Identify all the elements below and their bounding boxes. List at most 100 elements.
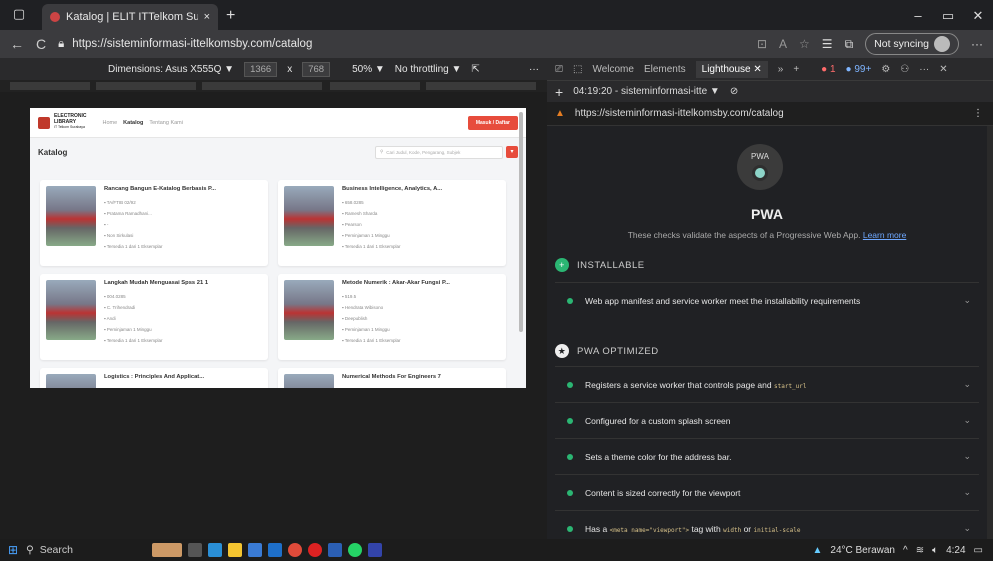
search-placeholder: Cari Judul, Kode, Pengarang, Subjek — [386, 149, 461, 155]
edge-icon[interactable] — [208, 543, 222, 557]
feedback-icon[interactable]: ⚇ — [900, 64, 909, 75]
back-icon[interactable]: ← — [10, 36, 24, 52]
sync-label: Not syncing — [874, 38, 929, 50]
clear-icon[interactable]: ⊘ — [730, 86, 738, 97]
tab-elements[interactable]: Elements — [644, 64, 686, 75]
tab-lighthouse[interactable]: Lighthouse ✕ — [695, 60, 768, 78]
chevron-down-icon: ⌄ — [963, 295, 971, 305]
app-icon[interactable] — [368, 543, 382, 557]
filter-button[interactable]: ▾ — [506, 146, 518, 158]
audit-row[interactable]: Web app manifest and service worker meet… — [555, 282, 979, 318]
more-tabs-icon[interactable]: » — [778, 64, 784, 75]
card-code: 004.0285 — [104, 294, 126, 299]
notification-icon[interactable]: ▭ — [974, 545, 983, 556]
minimize-icon[interactable]: – — [903, 8, 933, 24]
read-aloud-icon[interactable]: A — [779, 37, 787, 51]
windows-start-icon[interactable]: ⊞ — [6, 543, 20, 557]
audit-row[interactable]: Registers a service worker that controls… — [555, 366, 979, 402]
new-tab-button[interactable]: + — [226, 7, 235, 25]
weather-icon[interactable]: ▲ — [812, 545, 822, 556]
app-available-icon[interactable]: ⊡ — [757, 37, 767, 51]
settings-more-icon[interactable]: ··· — [971, 37, 983, 51]
inspect-icon[interactable]: ⬚ — [573, 64, 582, 75]
learn-more-link[interactable]: Learn more — [863, 230, 906, 240]
close-devtools-icon[interactable]: ✕ — [939, 64, 947, 75]
store-icon[interactable] — [248, 543, 262, 557]
tab-close-icon[interactable]: × — [204, 11, 210, 23]
weather-label[interactable]: 24°C Berawan — [830, 545, 895, 556]
url-field[interactable]: 🔒︎ https://sisteminformasi-ittelkomsby.c… — [58, 38, 745, 51]
catalog-card[interactable]: Metode Numerik : Akar-Akar Fungsi P... 5… — [278, 274, 506, 360]
book-cover-image — [46, 186, 96, 246]
media-query-ruler[interactable] — [0, 80, 547, 92]
chevron-down-icon: ⌄ — [963, 451, 971, 461]
gear-icon[interactable]: ⚙ — [881, 64, 890, 75]
audit-row[interactable]: Content is sized correctly for the viewp… — [555, 474, 979, 510]
width-input[interactable]: 1366 — [244, 61, 278, 77]
device-more-icon[interactable]: ··· — [529, 64, 539, 75]
address-bar: ← C 🔒︎ https://sisteminformasi-ittelkoms… — [0, 30, 993, 58]
tab-actions-icon[interactable]: ▢ — [4, 6, 34, 22]
opera-icon[interactable] — [308, 543, 322, 557]
error-count-badge[interactable]: ● 1 — [821, 64, 835, 75]
devtools-more-icon[interactable]: ··· — [919, 64, 929, 75]
card-author: Hendrata Wibisono — [342, 305, 383, 310]
volume-icon[interactable]: 🔈︎ — [932, 545, 938, 556]
card-code: 519.5 — [342, 294, 356, 299]
clock[interactable]: 4:24 — [946, 545, 965, 556]
height-input[interactable]: 768 — [302, 61, 331, 77]
close-window-icon[interactable]: ✕ — [963, 8, 993, 24]
mail-icon[interactable] — [268, 543, 282, 557]
nav-home[interactable]: Home — [103, 120, 118, 126]
chrome-icon[interactable] — [288, 543, 302, 557]
nav-tentang-kami[interactable]: Tentang Kami — [149, 120, 183, 126]
catalog-card[interactable]: Business Intelligence, Analytics, A... 6… — [278, 180, 506, 266]
login-register-button[interactable]: Masuk / Daftar — [467, 115, 518, 130]
new-report-icon[interactable]: + — [555, 84, 563, 100]
book-cover-image — [284, 186, 334, 246]
favorite-icon[interactable]: ☆ — [799, 37, 810, 51]
catalog-search-input[interactable]: ⚲ Cari Judul, Kode, Pengarang, Subjek — [375, 145, 503, 159]
chevron-up-icon[interactable]: ^ — [903, 545, 908, 556]
favorites-bar-icon[interactable]: ☰ — [822, 37, 833, 51]
nav-katalog[interactable]: Katalog — [123, 120, 143, 126]
rotate-icon[interactable]: ⇱ — [471, 64, 479, 75]
issue-count-badge[interactable]: ● 99+ — [846, 64, 872, 75]
audit-row[interactable]: Configured for a custom splash screen ⌄ — [555, 402, 979, 438]
catalog-card[interactable]: Rancang Bangun E-Katalog Berbasis P... T… — [40, 180, 268, 266]
collections-icon[interactable]: ⧉ — [845, 37, 854, 52]
audit-row[interactable]: Has a <meta name="viewport"> tag with wi… — [555, 510, 979, 539]
zoom-select[interactable]: 50% ▼ — [352, 64, 385, 75]
device-toggle-icon[interactable]: ⎚ — [555, 64, 563, 75]
whatsapp-icon[interactable] — [348, 543, 362, 557]
task-view-icon[interactable] — [188, 543, 202, 557]
file-explorer-icon[interactable] — [228, 543, 242, 557]
card-title: Metode Numerik : Akar-Akar Fungsi P... — [342, 280, 450, 286]
book-cover-image — [46, 280, 96, 340]
catalog-card[interactable]: Logistics : Principles And Applicat... — [40, 368, 268, 388]
add-tab-icon[interactable]: + — [793, 64, 799, 75]
throttle-select[interactable]: No throttling ▼ — [395, 64, 462, 75]
dimensions-select[interactable]: Dimensions: Asus X555Q ▼ — [108, 64, 234, 75]
catalog-card[interactable]: Numerical Methods For Engineers 7 — [278, 368, 506, 388]
devtools-scrollbar[interactable] — [987, 126, 993, 539]
catalog-card[interactable]: Langkah Mudah Menguasai Spss 21 1 004.02… — [40, 274, 268, 360]
browser-tab[interactable]: Katalog | ELIT ITTelkom Surabaya × — [42, 4, 218, 30]
profile-sync-button[interactable]: Not syncing — [865, 33, 959, 55]
taskbar-search[interactable]: ⚲ Search — [26, 544, 146, 556]
reload-icon[interactable]: C — [36, 36, 46, 52]
word-icon[interactable] — [328, 543, 342, 557]
tab-welcome[interactable]: Welcome — [592, 64, 634, 75]
report-select[interactable]: 04:19:20 - sisteminformasi-itte ▼ — [573, 86, 720, 97]
page-scrollbar[interactable] — [519, 112, 523, 332]
search-highlight-icon[interactable] — [152, 543, 182, 557]
restore-icon[interactable]: ▭ — [933, 8, 963, 24]
card-code: TA/FTIB 02/92 — [104, 200, 136, 205]
pwa-badge-label: PWA — [751, 152, 769, 161]
audit-title: Web app manifest and service worker meet… — [585, 295, 861, 306]
audit-row[interactable]: Sets a theme color for the address bar. … — [555, 438, 979, 474]
report-menu-icon[interactable]: ⋮ — [973, 108, 983, 119]
url-text: https://sisteminformasi-ittelkomsby.com/… — [72, 38, 313, 50]
site-logo[interactable]: ELECTRONIC LIBRARY IT Telkom Surabaya — [38, 114, 87, 131]
network-icon[interactable]: ≋ — [916, 545, 924, 556]
